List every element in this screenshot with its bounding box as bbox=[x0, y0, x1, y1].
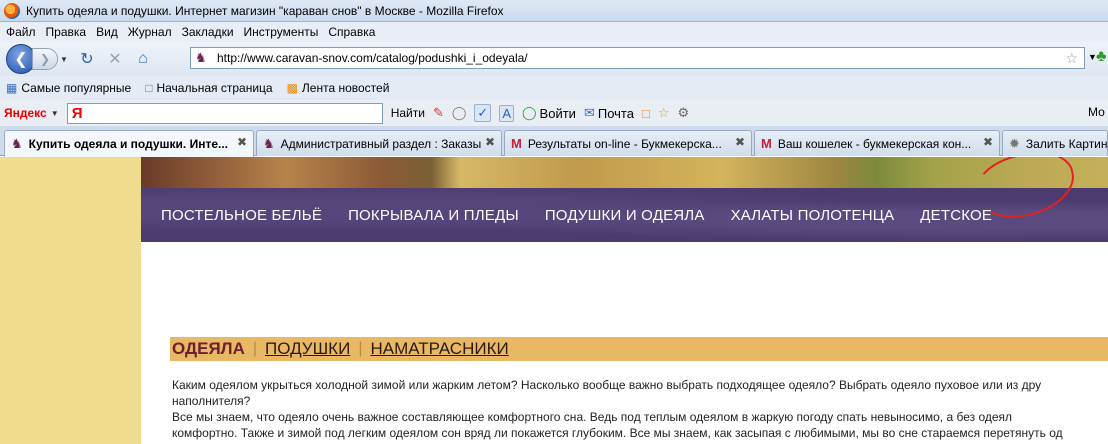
firefox-logo-icon bbox=[4, 2, 20, 19]
menu-tools[interactable]: Инструменты bbox=[244, 25, 319, 39]
mail-label: Почта bbox=[597, 105, 634, 121]
menu-history[interactable]: Журнал bbox=[128, 25, 172, 39]
history-dropdown-icon[interactable]: ▼ bbox=[60, 55, 70, 64]
arrow-right-icon: ❯ bbox=[39, 52, 51, 66]
tab-strip: ♞ Купить одеяла и подушки. Инте... ✖ ♞ А… bbox=[0, 126, 1108, 157]
loading-icon: ✹ bbox=[1009, 135, 1020, 151]
yandex-right-label: Мо bbox=[1088, 105, 1105, 119]
favorites-star-icon[interactable]: ☆ bbox=[658, 105, 670, 121]
home-button[interactable]: ⌂ bbox=[132, 48, 154, 70]
settings-gear-icon[interactable]: ⚙ bbox=[677, 105, 689, 121]
page-icon: □ bbox=[145, 81, 153, 95]
camel-icon: ♞ bbox=[11, 136, 23, 151]
reload-icon: ↻ bbox=[80, 51, 94, 68]
tab-results[interactable]: M Результаты on-line - Букмекерска... ✖ bbox=[504, 130, 752, 156]
camel-icon: ♞ bbox=[263, 135, 275, 151]
menu-help[interactable]: Справка bbox=[328, 25, 375, 39]
close-icon[interactable]: ✖ bbox=[485, 135, 495, 149]
page-viewport: ПОСТЕЛЬНОЕ БЕЛЬЁ ПОКРЫВАЛА И ПЛЕДЫ ПОДУШ… bbox=[0, 157, 1108, 444]
paragraph-line: наполнителя? bbox=[172, 394, 251, 408]
reload-button[interactable]: ↻ bbox=[76, 48, 98, 70]
menu-bar: Файл Правка Вид Журнал Закладки Инструме… bbox=[0, 22, 1108, 42]
site-favicon-camel-icon: ♞ bbox=[195, 50, 207, 65]
menu-edit[interactable]: Правка bbox=[46, 25, 87, 39]
bookmark-label: Самые популярные bbox=[21, 81, 132, 95]
nav-kids[interactable]: ДЕТСКОЕ bbox=[920, 207, 992, 224]
tab-catalog[interactable]: ♞ Купить одеяла и подушки. Инте... ✖ bbox=[4, 130, 254, 157]
translate-icon[interactable]: A bbox=[499, 104, 514, 122]
window-titlebar: Купить одеяла и подушки. Интернет магизи… bbox=[0, 0, 1108, 22]
menu-file[interactable]: Файл bbox=[6, 25, 36, 39]
tab-label: Залить Картин bbox=[1025, 136, 1108, 151]
bookmark-label: Лента новостей bbox=[301, 81, 390, 95]
article-text: Каким одеялом укрыться холодной зимой ил… bbox=[172, 377, 1108, 441]
subnav-separator: | bbox=[358, 340, 363, 357]
subnav-blankets[interactable]: ОДЕЯЛА bbox=[172, 339, 245, 359]
yandex-toolbar: Яндекс ▼ Я Найти ✎ ◯ ✓ A ◯ Войти ✉ Почта… bbox=[0, 100, 1108, 126]
close-icon[interactable]: ✖ bbox=[735, 135, 745, 149]
stop-button[interactable]: ✕ bbox=[104, 48, 126, 70]
bookmark-news-feed[interactable]: ▩ Лента новостей bbox=[287, 81, 390, 95]
nav-robes-towels[interactable]: ХАЛАТЫ ПОЛОТЕНЦА bbox=[731, 207, 895, 224]
bookmark-icon: ▦ bbox=[6, 81, 18, 95]
tab-upload[interactable]: ✹ Залить Картин bbox=[1002, 130, 1108, 156]
paragraph-line: Все мы знаем, что одеяло очень важное со… bbox=[172, 410, 1013, 424]
pencil-icon[interactable]: ✎ bbox=[433, 105, 444, 121]
navigation-toolbar: ❮ ❯ ▼ ↻ ✕ ⌂ ♞ http://www.caravan-snov.co… bbox=[0, 42, 1108, 76]
paragraph-line: Каким одеялом укрыться холодной зимой ил… bbox=[172, 378, 1042, 392]
yandex-search-button[interactable]: Найти bbox=[391, 106, 425, 120]
menu-bookmarks[interactable]: Закладки bbox=[182, 25, 234, 39]
bookmark-label: Начальная страница bbox=[156, 81, 273, 95]
yandex-dropdown-icon[interactable]: ▼ bbox=[51, 109, 61, 118]
header-banner-image bbox=[141, 157, 1108, 188]
left-background-strip bbox=[0, 157, 141, 444]
rss-icon: ▩ bbox=[286, 81, 298, 95]
category-subnav: ОДЕЯЛА | ПОДУШКИ | НАМАТРАСНИКИ bbox=[170, 337, 1108, 361]
close-icon[interactable]: ✖ bbox=[237, 135, 247, 149]
clover-icon[interactable]: ♣ bbox=[1096, 48, 1107, 66]
folder-icon[interactable]: □ bbox=[642, 106, 650, 121]
bookmarks-toolbar: ▦ Самые популярные □ Начальная страница … bbox=[0, 76, 1108, 100]
menu-view[interactable]: Вид bbox=[96, 25, 118, 39]
m-icon: M bbox=[761, 136, 772, 151]
speech-bubble-icon[interactable]: ◯ bbox=[452, 105, 467, 121]
home-icon: ⌂ bbox=[138, 50, 148, 67]
tab-admin-orders[interactable]: ♞ Административный раздел : Заказы ✖ bbox=[256, 130, 502, 156]
yandex-logo-icon: Я bbox=[71, 104, 83, 122]
key-icon: ◯ bbox=[521, 105, 537, 120]
close-icon[interactable]: ✖ bbox=[983, 135, 993, 149]
yandex-login-button[interactable]: ◯ Войти bbox=[522, 105, 576, 121]
forward-button[interactable]: ❯ bbox=[32, 48, 58, 70]
nav-pillows-blankets[interactable]: ПОДУШКИ И ОДЕЯЛА bbox=[545, 207, 705, 224]
address-url: http://www.caravan-snov.com/catalog/podu… bbox=[217, 51, 528, 65]
stop-icon: ✕ bbox=[108, 51, 122, 68]
tab-label: Административный раздел : Заказы bbox=[280, 136, 482, 151]
yandex-mail-button[interactable]: ✉ Почта bbox=[584, 105, 634, 121]
mail-icon: ✉ bbox=[583, 105, 595, 120]
m-icon: M bbox=[511, 136, 522, 151]
tab-label: Результаты on-line - Букмекерска... bbox=[527, 136, 722, 151]
yandex-brand[interactable]: Яндекс bbox=[4, 106, 47, 120]
yandex-search-input[interactable]: Я bbox=[66, 102, 383, 124]
tab-label: Купить одеяла и подушки. Инте... bbox=[28, 137, 229, 151]
login-label: Войти bbox=[539, 105, 576, 121]
address-bar[interactable]: ♞ http://www.caravan-snov.com/catalog/po… bbox=[190, 47, 1085, 69]
bookmark-most-visited[interactable]: ▦ Самые популярные bbox=[6, 81, 131, 95]
nav-bedding[interactable]: ПОСТЕЛЬНОЕ БЕЛЬЁ bbox=[161, 207, 322, 224]
nav-bedspreads[interactable]: ПОКРЫВАЛА И ПЛЕДЫ bbox=[348, 207, 519, 224]
site-main-nav: ПОСТЕЛЬНОЕ БЕЛЬЁ ПОКРЫВАЛА И ПЛЕДЫ ПОДУШ… bbox=[141, 188, 1108, 242]
subnav-mattress-toppers[interactable]: НАМАТРАСНИКИ bbox=[370, 339, 508, 359]
window-title: Купить одеяла и подушки. Интернет магизи… bbox=[26, 3, 504, 18]
arrow-left-icon: ❮ bbox=[14, 51, 28, 68]
tab-label: Ваш кошелек - букмекерская кон... bbox=[777, 136, 972, 151]
tab-wallet[interactable]: M Ваш кошелек - букмекерская кон... ✖ bbox=[754, 130, 1000, 156]
bookmark-start-page[interactable]: □ Начальная страница bbox=[145, 81, 272, 95]
spellcheck-icon[interactable]: ✓ bbox=[474, 104, 492, 122]
subnav-pillows[interactable]: ПОДУШКИ bbox=[265, 339, 350, 359]
subnav-separator: | bbox=[252, 340, 258, 357]
paragraph-line: комфортно. Также и зимой под легким одея… bbox=[172, 426, 1063, 440]
bookmark-star-icon[interactable]: ☆ bbox=[1065, 50, 1078, 67]
